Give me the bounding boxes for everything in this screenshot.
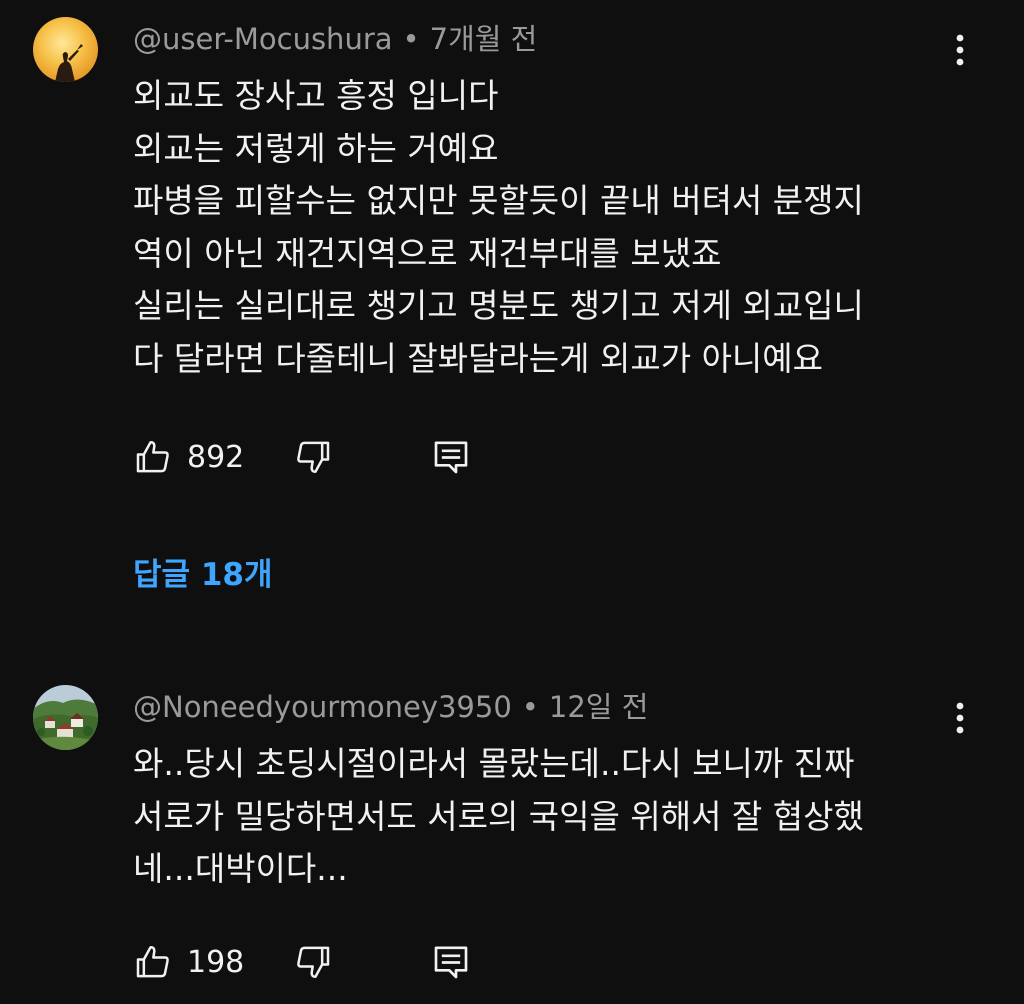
comment-line: 파병을 피할수는 없지만 못할듯이 끝내 버텨서 분쟁지 bbox=[133, 181, 864, 220]
comment-actions: 892 bbox=[133, 435, 471, 479]
reply-button[interactable] bbox=[431, 437, 471, 477]
thumbs-down-icon bbox=[297, 946, 330, 978]
like-button[interactable]: 198 bbox=[133, 942, 267, 982]
comment-meta: @user-Mocushura • 7개월 전 bbox=[133, 19, 537, 59]
thumbs-up-icon bbox=[136, 441, 169, 473]
more-options-button[interactable] bbox=[940, 25, 980, 75]
like-count: 892 bbox=[187, 439, 245, 475]
avatar-image bbox=[33, 685, 98, 750]
comment-line: 역이 아닌 재건지역으로 재건부대를 보냈죠 bbox=[133, 233, 722, 273]
comment-line: 네...대박이다... bbox=[133, 849, 348, 888]
more-vert-icon bbox=[956, 702, 964, 734]
like-button[interactable]: 892 bbox=[133, 437, 267, 477]
meta-separator: • bbox=[402, 22, 420, 56]
comment-thread-1: @user-Mocushura • 7개월 전 외교도 장사고 흥정 입니다 외교는… bbox=[0, 0, 1024, 620]
avatar[interactable] bbox=[33, 685, 98, 750]
comment-line: 서로가 밀당하면서도 서로의 국익을 위해서 잘 협상했 bbox=[133, 796, 864, 836]
comment-line: 외교는 저렇게 하는 거예요 bbox=[133, 128, 499, 168]
comment-meta: @Noneedyourmoney3950 • 12일 전 bbox=[133, 687, 648, 727]
reply-comment-icon bbox=[434, 441, 468, 474]
more-options-button[interactable] bbox=[940, 693, 980, 743]
author-name[interactable]: @Noneedyourmoney3950 bbox=[133, 690, 512, 724]
comment-text: 와..당시 초딩시절이라서 몰랐는데..다시 보니까 진짜 서로가 밀당하면서도… bbox=[133, 738, 933, 896]
comment-line: 외교도 장사고 흥정 입니다 bbox=[133, 76, 499, 115]
comment-line: 와..당시 초딩시절이라서 몰랐는데..다시 보니까 진짜 bbox=[133, 744, 855, 783]
comment-text: 외교도 장사고 흥정 입니다 외교는 저렇게 하는 거예요 파병을 피할수는 없… bbox=[133, 70, 933, 385]
reply-comment-icon bbox=[434, 946, 468, 979]
comment-line: 다 달라면 다줄테니 잘봐달라는게 외교가 아니예요 bbox=[133, 338, 824, 378]
author-name[interactable]: @user-Mocushura bbox=[133, 22, 393, 56]
timestamp[interactable]: 7개월 전 bbox=[430, 22, 538, 56]
more-vert-icon bbox=[956, 34, 964, 66]
reply-button[interactable] bbox=[431, 942, 471, 982]
thumbs-up-icon bbox=[136, 946, 169, 978]
meta-separator: • bbox=[521, 690, 539, 724]
dislike-button[interactable] bbox=[293, 942, 333, 982]
avatar-image bbox=[33, 17, 98, 82]
like-count: 198 bbox=[187, 944, 245, 980]
dislike-button[interactable] bbox=[293, 437, 333, 477]
comment-line: 실리는 실리대로 챙기고 명분도 챙기고 저게 외교입니 bbox=[133, 286, 864, 325]
view-replies-button[interactable]: 답글 18개 bbox=[133, 555, 273, 595]
comment-thread-2: @Noneedyourmoney3950 • 12일 전 와..당시 초딩시절이라서… bbox=[0, 668, 1024, 1004]
thumbs-down-icon bbox=[297, 441, 330, 473]
timestamp[interactable]: 12일 전 bbox=[549, 690, 648, 724]
avatar[interactable] bbox=[33, 17, 98, 82]
comment-actions: 198 bbox=[133, 940, 471, 984]
